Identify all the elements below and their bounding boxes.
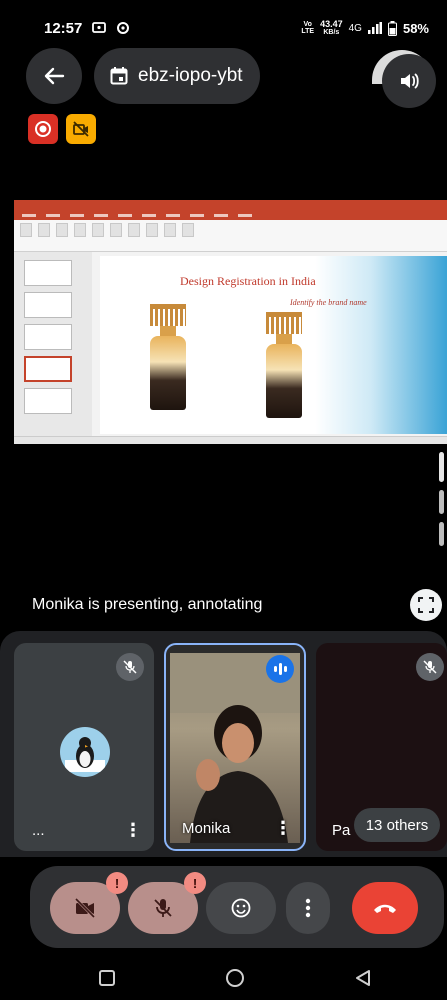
current-slide: Design Registration in India Identify th… (100, 256, 447, 434)
home-icon (226, 969, 244, 987)
mic-off-badge (416, 653, 444, 681)
ppt-body: Design Registration in India Identify th… (14, 252, 447, 436)
slide-thumbnail (24, 292, 72, 318)
slide-subtitle: Identify the brand name (290, 298, 367, 307)
back-button[interactable] (26, 48, 82, 104)
home-button[interactable] (220, 963, 250, 993)
others-count-button[interactable]: 13 others (354, 808, 440, 842)
slide-thumbnail (24, 388, 72, 414)
calendar-icon (110, 67, 128, 85)
cast-icon (92, 22, 107, 33)
presenter-status: Monika is presenting, annotating (32, 596, 263, 613)
slide-thumbnails (14, 252, 92, 436)
network-type: 4G (348, 22, 362, 34)
penguin-avatar-icon (65, 737, 105, 772)
arrow-left-icon (44, 67, 65, 85)
call-controls: ! ! (30, 866, 444, 948)
slide-thumbnail (24, 356, 72, 382)
reactions-button[interactable] (206, 882, 276, 934)
ppt-title-bar (14, 200, 447, 211)
participant-name: Monika (182, 820, 231, 837)
meeting-info-button[interactable]: ebz-iopo-ybt (94, 48, 260, 104)
product-image (266, 312, 302, 418)
system-nav-bar (0, 955, 447, 1000)
participant-tile-active[interactable]: Monika ⋮ (164, 643, 306, 851)
participant-tile[interactable]: ... ⋮ (14, 643, 154, 851)
scroll-indicator (439, 490, 444, 514)
product-image (150, 304, 186, 410)
audio-output-control (372, 48, 436, 108)
ppt-ribbon-tabs (14, 211, 447, 220)
recording-badge[interactable] (28, 114, 58, 144)
fullscreen-icon (418, 597, 434, 613)
location-icon (117, 22, 130, 34)
shared-screen[interactable]: Design Registration in India Identify th… (14, 200, 447, 444)
battery-icon (387, 20, 397, 36)
fullscreen-button[interactable] (410, 589, 442, 621)
participant-name: Pa (332, 822, 351, 839)
camera-off-icon (74, 897, 96, 919)
participant-options-button[interactable]: ⋮ (274, 819, 292, 837)
triangle-back-icon (356, 970, 370, 986)
mic-off-icon (154, 899, 172, 917)
mic-off-badge (116, 653, 144, 681)
recents-button[interactable] (92, 963, 122, 993)
meeting-code: ebz-iopo-ybt (138, 65, 243, 86)
scroll-indicator (439, 452, 444, 482)
scroll-indicator (439, 522, 444, 546)
ppt-ribbon (14, 220, 447, 252)
mic-off-icon (423, 660, 437, 674)
camera-off-icon (73, 121, 89, 137)
camera-off-badge[interactable] (66, 114, 96, 144)
battery-percent: 58% (402, 20, 429, 36)
mic-off-icon (123, 660, 137, 674)
mic-toggle-button[interactable]: ! (128, 872, 206, 934)
signal-icon (367, 22, 382, 34)
avatar (60, 727, 110, 777)
slide-title: Design Registration in India (180, 274, 316, 288)
network-speed: 43.47 KB/s (320, 18, 343, 36)
speaking-indicator (266, 655, 294, 683)
camera-toggle-button[interactable]: ! (50, 872, 128, 934)
volte-indicator: Vo LTE (301, 21, 315, 35)
status-time: 12:57 (44, 19, 83, 37)
more-vertical-icon (305, 898, 311, 918)
emoji-icon (231, 898, 251, 918)
end-call-button[interactable] (352, 882, 418, 934)
slide-thumbnail (24, 324, 72, 350)
back-nav-button[interactable] (348, 963, 378, 993)
others-label: 13 others (365, 816, 429, 834)
recording-icon (35, 121, 51, 137)
speaker-button[interactable] (382, 54, 436, 108)
warning-badge: ! (106, 872, 128, 894)
more-options-button[interactable] (286, 882, 330, 934)
participant-name: ... (32, 822, 45, 839)
recents-icon (99, 970, 115, 986)
slide-thumbnail (24, 260, 72, 286)
end-call-icon (374, 904, 396, 913)
ppt-status-bar (14, 436, 447, 444)
speaker-icon (401, 73, 419, 89)
participant-options-button[interactable]: ⋮ (124, 821, 142, 839)
warning-badge: ! (184, 872, 206, 894)
